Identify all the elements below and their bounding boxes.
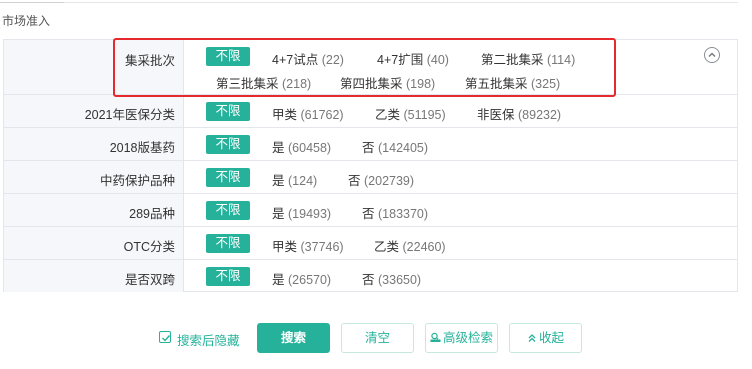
filter-option[interactable]: 否 (33650) bbox=[362, 269, 421, 288]
unlimited-tag[interactable]: 不限 bbox=[206, 234, 250, 253]
top-divider-accent bbox=[0, 0, 64, 3]
filter-row-essential-drug: 2018版基药 不限 是 (60458) 否 (142405) bbox=[4, 128, 737, 161]
unlimited-tag[interactable]: 不限 bbox=[206, 47, 250, 66]
hide-after-search-label: 搜索后隐藏 bbox=[177, 334, 240, 348]
filter-row-procurement-batch: 集采批次 不限 4+7试点 (22) 4+7扩围 (40) 第二批集采 (114… bbox=[4, 40, 737, 95]
filter-label: 2021年医保分类 bbox=[4, 95, 184, 127]
collapse-button[interactable]: 收起 bbox=[509, 323, 582, 353]
double-chevron-up-icon bbox=[527, 325, 537, 353]
filter-label: OTC分类 bbox=[4, 227, 184, 259]
filter-row-289-varieties: 289品种 不限 是 (19493) 否 (183370) bbox=[4, 194, 737, 227]
checkbox-checked-icon[interactable] bbox=[159, 331, 171, 343]
filter-option[interactable]: 4+7试点 (22) bbox=[272, 49, 344, 68]
filter-row-dual-category: 是否双跨 不限 是 (26570) 否 (33650) bbox=[4, 260, 737, 292]
advanced-search-icon bbox=[430, 325, 441, 353]
filter-label: 289品种 bbox=[4, 194, 184, 226]
unlimited-tag[interactable]: 不限 bbox=[206, 135, 250, 154]
search-button[interactable]: 搜索 bbox=[257, 323, 330, 353]
filter-option[interactable]: 否 (142405) bbox=[362, 137, 428, 156]
unlimited-tag[interactable]: 不限 bbox=[206, 102, 250, 121]
filter-option[interactable]: 是 (124) bbox=[272, 170, 317, 189]
unlimited-tag[interactable]: 不限 bbox=[206, 201, 250, 220]
filter-option[interactable]: 第四批集采 (198) bbox=[340, 73, 435, 92]
filter-option[interactable]: 非医保 (89232) bbox=[477, 104, 561, 123]
filter-option[interactable]: 甲类 (61762) bbox=[272, 104, 344, 123]
filter-row-tcm-protection: 中药保护品种 不限 是 (124) 否 (202739) bbox=[4, 161, 737, 194]
advanced-search-label: 高级检索 bbox=[442, 331, 493, 345]
filter-option[interactable]: 乙类 (22460) bbox=[374, 236, 446, 255]
filter-option[interactable]: 是 (19493) bbox=[272, 203, 331, 222]
unlimited-tag[interactable]: 不限 bbox=[206, 267, 250, 286]
top-divider bbox=[0, 0, 738, 3]
filter-label: 中药保护品种 bbox=[4, 161, 184, 193]
filter-option[interactable]: 甲类 (37746) bbox=[272, 236, 344, 255]
clear-button[interactable]: 清空 bbox=[341, 323, 414, 353]
filter-option[interactable]: 是 (60458) bbox=[272, 137, 331, 156]
filter-option[interactable]: 第三批集采 (218) bbox=[216, 73, 311, 92]
collapse-label: 收起 bbox=[538, 331, 564, 345]
filter-option[interactable]: 乙类 (51195) bbox=[375, 104, 446, 123]
filter-option[interactable]: 4+7扩围 (40) bbox=[377, 49, 449, 68]
chevron-up-circle-icon[interactable] bbox=[704, 47, 720, 63]
filter-row-insurance-class: 2021年医保分类 不限 甲类 (61762) 乙类 (51195) 非医保 (… bbox=[4, 95, 737, 128]
advanced-search-button[interactable]: 高级检索 bbox=[425, 323, 498, 353]
filter-option[interactable]: 否 (202739) bbox=[348, 170, 414, 189]
filter-option[interactable]: 第二批集采 (114) bbox=[481, 49, 575, 68]
filter-label: 集采批次 bbox=[4, 40, 184, 94]
filter-label: 2018版基药 bbox=[4, 128, 184, 160]
unlimited-tag[interactable]: 不限 bbox=[206, 168, 250, 187]
filter-option[interactable]: 第五批集采 (325) bbox=[465, 73, 560, 92]
filter-label: 是否双跨 bbox=[4, 260, 184, 292]
filter-table: 集采批次 不限 4+7试点 (22) 4+7扩围 (40) 第二批集采 (114… bbox=[3, 39, 738, 292]
filter-option[interactable]: 是 (26570) bbox=[272, 269, 331, 288]
filter-option[interactable]: 否 (183370) bbox=[362, 203, 428, 222]
section-title: 市场准入 bbox=[2, 14, 51, 28]
filter-row-otc-class: OTC分类 不限 甲类 (37746) 乙类 (22460) bbox=[4, 227, 737, 260]
